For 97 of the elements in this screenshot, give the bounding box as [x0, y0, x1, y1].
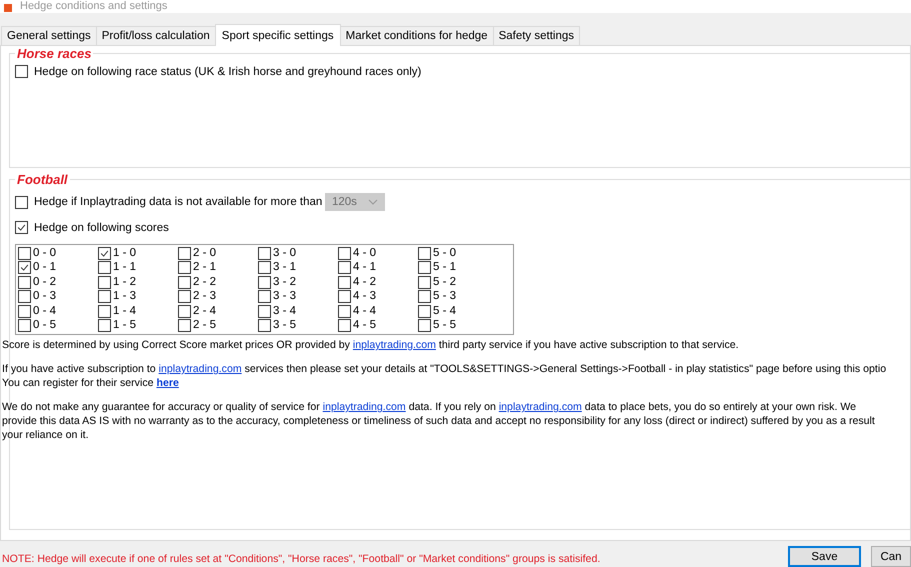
score-label: 2 - 1	[193, 261, 216, 274]
checkbox[interactable]	[178, 261, 191, 274]
checkbox[interactable]	[258, 261, 271, 274]
dialog-button[interactable]: Save	[788, 546, 861, 567]
checkbox[interactable]	[338, 246, 351, 260]
score-label: 2 - 2	[193, 276, 216, 289]
checkbox-label: Hedge on following race status (UK & Irish horse and greyhound races only)	[34, 66, 422, 78]
checkbox[interactable]	[178, 304, 191, 318]
checkbox[interactable]	[418, 276, 431, 289]
score-label: 4 - 1	[353, 261, 376, 274]
checkbox[interactable]	[258, 276, 271, 289]
score-label: 1 - 3	[113, 290, 136, 304]
checkbox[interactable]	[18, 246, 31, 260]
score-label: 3 - 1	[273, 261, 296, 274]
checkbox[interactable]	[98, 261, 111, 274]
score-label: 0 - 1	[33, 261, 56, 274]
checkbox[interactable]	[338, 290, 351, 304]
caret-icon	[368, 199, 378, 205]
score-label: 2 - 3	[193, 290, 216, 304]
score-label: 5 - 3	[433, 290, 456, 304]
score-label: 4 - 3	[353, 290, 376, 304]
tab[interactable]: Safety settings	[492, 26, 580, 45]
checkbox[interactable]	[338, 319, 351, 332]
checkbox-label: Hedge on following scores	[34, 222, 169, 234]
checkbox[interactable]	[258, 246, 271, 260]
score-label: 0 - 4	[33, 304, 56, 318]
score-label: 1 - 5	[113, 319, 136, 332]
group-title: Horse races	[16, 46, 92, 61]
checkbox[interactable]	[178, 319, 191, 332]
score-label: 5 - 4	[433, 304, 456, 318]
score-label: 2 - 4	[193, 304, 216, 318]
score-label: 4 - 5	[353, 319, 376, 332]
link[interactable]: inplaytrading.com	[322, 401, 406, 413]
checkbox[interactable]	[15, 221, 28, 234]
window-title: Hedge conditions and settings	[20, 0, 168, 12]
checkbox[interactable]	[178, 246, 191, 260]
score-label: 0 - 2	[33, 276, 56, 289]
link[interactable]: inplaytrading.com	[158, 363, 242, 375]
score-label: 1 - 4	[113, 304, 136, 318]
group-title: Football	[16, 172, 69, 187]
checkbox[interactable]	[418, 290, 431, 304]
checkbox[interactable]	[98, 246, 111, 260]
checkbox[interactable]	[178, 276, 191, 289]
checkbox[interactable]	[15, 65, 28, 78]
checkbox[interactable]	[98, 290, 111, 304]
score-label: 4 - 0	[353, 246, 376, 260]
score-label: 4 - 2	[353, 276, 376, 289]
score-label: 1 - 2	[113, 276, 136, 289]
tab[interactable]: Sport specific settings	[214, 24, 341, 46]
checkbox[interactable]	[18, 319, 31, 332]
score-label: 0 - 5	[33, 319, 56, 332]
checkbox[interactable]	[98, 276, 111, 289]
score-label: 5 - 2	[433, 276, 456, 289]
score-label: 3 - 0	[273, 246, 296, 260]
checkbox[interactable]	[18, 304, 31, 318]
score-label: 2 - 5	[193, 319, 216, 332]
info-paragraph: Score is determined by using Correct Score market prices OR provided by inplaytrading.com third party service if you have active subscription to that service.	[2, 338, 740, 352]
checkbox[interactable]	[418, 261, 431, 274]
checkbox-label: Hedge if Inplaytrading data is not available for more than	[34, 196, 319, 208]
score-label: 5 - 1	[433, 261, 456, 274]
score-label: 4 - 4	[353, 304, 376, 318]
checkbox[interactable]	[258, 304, 271, 318]
checkbox[interactable]	[98, 319, 111, 332]
checkbox[interactable]	[18, 261, 31, 274]
score-label: 3 - 2	[273, 276, 296, 289]
tab[interactable]: General settings	[1, 26, 97, 45]
score-label: 5 - 5	[433, 319, 456, 332]
checkbox[interactable]	[15, 196, 28, 208]
checkbox[interactable]	[418, 246, 431, 260]
score-label: 2 - 0	[193, 246, 216, 260]
note-text: NOTE: Hedge will execute if one of rules set at "Conditions", "Horse races", "Football" or "Market conditions" groups is satisifed.	[2, 553, 600, 567]
score-label: 0 - 3	[33, 290, 56, 304]
dialog-button[interactable]: Can	[871, 546, 911, 567]
link[interactable]: inplaytrading.com	[498, 401, 582, 413]
checkbox[interactable]	[178, 290, 191, 304]
checkbox[interactable]	[18, 290, 31, 304]
checkbox[interactable]	[338, 261, 351, 274]
score-label: 1 - 1	[113, 261, 136, 274]
score-label: 3 - 3	[273, 290, 296, 304]
score-label: 3 - 4	[273, 304, 296, 318]
checkbox[interactable]	[258, 319, 271, 332]
app-icon	[4, 4, 12, 12]
checkbox[interactable]	[258, 290, 271, 304]
info-paragraph: We do not make any guarantee for accuracy or quality of service for inplaytrading.com data. If you rely on inplaytrading.com data to place bets, you do so entirely at your own risk. We provide this data AS IS with no warranty as to the accuracy, completeness or timeliness of such data and accept no responsibility for any loss (direct or indirect) suffered by you as a result your reliance on it.	[2, 400, 876, 442]
score-label: 1 - 0	[113, 246, 136, 260]
checkbox[interactable]	[98, 304, 111, 318]
score-label: 3 - 5	[273, 319, 296, 332]
checkbox[interactable]	[338, 304, 351, 318]
info-paragraph: If you have active subscription to inplaytrading.com services then please set your details at "TOOLS&SETTINGS->General Settings->Football - in play statistics" page before using this optio You can register for their service here	[2, 362, 888, 390]
score-label: 0 - 0	[33, 246, 56, 260]
checkbox[interactable]	[338, 276, 351, 289]
link[interactable]: here	[156, 377, 179, 389]
link[interactable]: inplaytrading.com	[352, 339, 436, 351]
score-label: 5 - 0	[433, 246, 456, 260]
checkbox[interactable]	[418, 319, 431, 332]
checkbox[interactable]	[418, 304, 431, 318]
checkbox[interactable]	[18, 276, 31, 289]
